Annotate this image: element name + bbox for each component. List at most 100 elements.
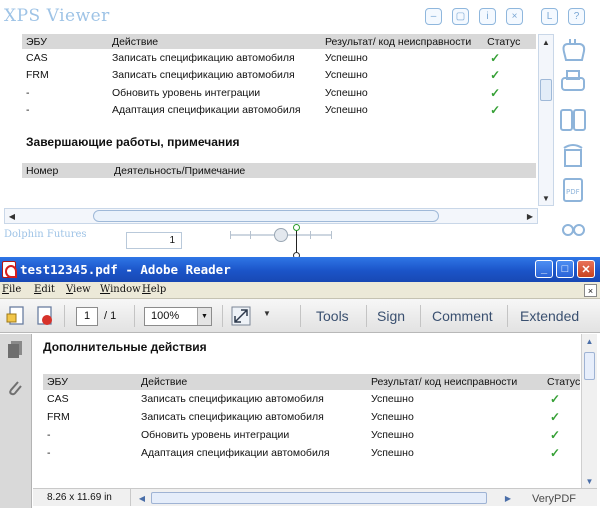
xps-help-button[interactable]: ? bbox=[568, 8, 585, 25]
scroll-up-arrow-icon[interactable]: ▲ bbox=[582, 334, 597, 348]
comment-button[interactable]: Comment bbox=[432, 308, 493, 324]
xps-minimize-button[interactable]: – bbox=[425, 8, 442, 25]
zoom-tick bbox=[230, 231, 231, 239]
menu-view[interactable]: View bbox=[66, 284, 91, 295]
cell-ecu: FRM bbox=[47, 411, 70, 423]
minimize-button[interactable]: _ bbox=[535, 260, 553, 278]
watermark-logo: VeryPDF bbox=[532, 493, 577, 505]
section-title: Завершающие работы, примечания bbox=[26, 135, 240, 149]
check-icon: ✓ bbox=[550, 428, 561, 442]
cell-ecu: - bbox=[47, 429, 51, 441]
column-header-ecu: ЭБУ bbox=[26, 35, 47, 48]
scroll-down-arrow-icon[interactable]: ▼ bbox=[539, 191, 553, 205]
column-header-status: Статус bbox=[547, 376, 580, 388]
adobe-reader-window: test12345.pdf - Adobe Reader _ □ ✕ File … bbox=[0, 257, 600, 508]
scroll-thumb[interactable] bbox=[584, 352, 595, 380]
cell-action: Адаптация спецификации автомобиля bbox=[141, 447, 330, 459]
xps-vertical-scrollbar[interactable]: ▲ ▼ bbox=[538, 34, 554, 206]
column-header-number: Номер bbox=[26, 164, 59, 177]
page-size-label: 8.26 x 11.69 in bbox=[33, 489, 131, 506]
hand-icon[interactable] bbox=[558, 36, 588, 64]
cell-result: Успешно bbox=[371, 393, 414, 405]
create-pdf-icon[interactable] bbox=[6, 305, 28, 327]
menu-edit[interactable]: Edit bbox=[34, 284, 55, 295]
toolbar-separator bbox=[134, 305, 135, 327]
cell-action: Записать спецификацию автомобиля bbox=[111, 69, 295, 82]
table-row: CAS Записать спецификацию автомобиля Усп… bbox=[43, 390, 580, 408]
sign-document-icon[interactable] bbox=[34, 305, 56, 327]
title-bar[interactable]: test12345.pdf - Adobe Reader _ □ ✕ bbox=[0, 257, 600, 282]
cell-result: Успешно bbox=[324, 51, 368, 64]
check-icon: ✓ bbox=[490, 68, 501, 83]
horizontal-scrollbar[interactable]: ◀ ▶ bbox=[135, 491, 515, 505]
zoom-knob[interactable] bbox=[274, 228, 288, 242]
pdf-file-icon bbox=[2, 261, 17, 278]
xps-l-button[interactable]: L bbox=[541, 8, 558, 25]
chevron-down-icon[interactable]: ▼ bbox=[197, 308, 211, 325]
zoom-tick bbox=[331, 231, 332, 239]
scroll-left-arrow-icon[interactable]: ◀ bbox=[135, 491, 149, 505]
column-header-result: Результат/ код неисправности bbox=[371, 376, 518, 388]
xps-close-button[interactable]: × bbox=[506, 8, 523, 25]
actions-table: ЭБУ Действие Результат/ код неисправност… bbox=[43, 374, 580, 462]
table-header: ЭБУ Действие Результат/ код неисправност… bbox=[43, 374, 580, 390]
scroll-right-arrow-icon[interactable]: ▶ bbox=[501, 491, 515, 505]
toolbar-separator bbox=[300, 305, 301, 327]
scroll-thumb[interactable] bbox=[93, 210, 439, 222]
close-document-button[interactable]: × bbox=[584, 284, 597, 297]
xps-page-number-input[interactable]: 1 bbox=[126, 232, 182, 249]
vertical-scrollbar[interactable]: ▲ ▼ bbox=[581, 334, 597, 488]
scroll-left-arrow-icon[interactable]: ◀ bbox=[5, 209, 19, 223]
pdf-export-icon[interactable]: PDF bbox=[558, 176, 588, 204]
column-header-action: Действие bbox=[111, 35, 159, 48]
scroll-down-arrow-icon[interactable]: ▼ bbox=[582, 474, 597, 488]
xps-restore-button[interactable]: ▢ bbox=[452, 8, 469, 25]
cell-ecu: CAS bbox=[47, 393, 69, 405]
cell-ecu: - bbox=[47, 447, 51, 459]
column-header-action: Действие bbox=[141, 376, 188, 388]
page-total: / 1 bbox=[104, 310, 117, 322]
menu-file[interactable]: File bbox=[2, 284, 21, 295]
xps-info-button[interactable]: i bbox=[479, 8, 496, 25]
page-number-input[interactable]: 1 bbox=[76, 307, 98, 326]
extended-button[interactable]: Extended bbox=[520, 308, 579, 324]
xps-horizontal-scrollbar[interactable]: ◀ ▶ bbox=[4, 208, 538, 224]
zoom-select[interactable]: 100% ▼ bbox=[144, 307, 212, 326]
fit-page-icon[interactable] bbox=[230, 305, 252, 327]
scroll-up-arrow-icon[interactable]: ▲ bbox=[539, 35, 553, 49]
table-row: - Адаптация спецификации автомобиля Успе… bbox=[43, 444, 580, 462]
attachment-icon[interactable] bbox=[6, 378, 24, 398]
connector-handle[interactable] bbox=[293, 224, 300, 231]
status-bar: 8.26 x 11.69 in ◀ ▶ bbox=[33, 488, 597, 506]
table-row: - Обновить уровень интеграции Успешно ✓ bbox=[22, 84, 536, 102]
window-title: test12345.pdf - Adobe Reader bbox=[20, 262, 231, 277]
scroll-thumb[interactable] bbox=[540, 79, 552, 101]
svg-text:PDF: PDF bbox=[566, 188, 580, 196]
cell-ecu: FRM bbox=[26, 69, 49, 82]
check-icon: ✓ bbox=[550, 446, 561, 460]
rotate-icon[interactable] bbox=[558, 142, 588, 170]
toolbar-separator bbox=[420, 305, 421, 327]
scroll-thumb[interactable] bbox=[151, 492, 487, 504]
toolbar-separator bbox=[222, 305, 223, 327]
column-header-activity: Деятельность/Примечание bbox=[114, 164, 246, 177]
toolbar: 1 / 1 100% ▼ ▼ Tools Sign Comment Extend… bbox=[0, 299, 600, 333]
close-button[interactable]: ✕ bbox=[577, 260, 595, 278]
cell-action: Записать спецификацию автомобиля bbox=[141, 393, 324, 405]
xps-document-view: ЭБУ Действие Результат/ код неисправност… bbox=[22, 34, 536, 206]
sign-button[interactable]: Sign bbox=[377, 308, 405, 324]
scroll-right-arrow-icon[interactable]: ▶ bbox=[523, 209, 537, 223]
more-options-chevron-icon[interactable]: ▼ bbox=[263, 309, 271, 318]
cell-ecu: - bbox=[26, 104, 30, 117]
print-icon[interactable] bbox=[558, 68, 588, 96]
xps-zoom-slider[interactable] bbox=[230, 228, 332, 242]
menu-help[interactable]: Help bbox=[142, 284, 166, 295]
tools-button[interactable]: Tools bbox=[316, 308, 349, 324]
book-icon[interactable] bbox=[558, 106, 588, 134]
cell-result: Успешно bbox=[371, 429, 414, 441]
menu-window[interactable]: Window bbox=[100, 284, 141, 295]
check-icon: ✓ bbox=[550, 410, 561, 424]
search-icon[interactable] bbox=[558, 214, 588, 242]
maximize-button[interactable]: □ bbox=[556, 260, 574, 278]
page-thumbnails-icon[interactable] bbox=[6, 340, 24, 360]
